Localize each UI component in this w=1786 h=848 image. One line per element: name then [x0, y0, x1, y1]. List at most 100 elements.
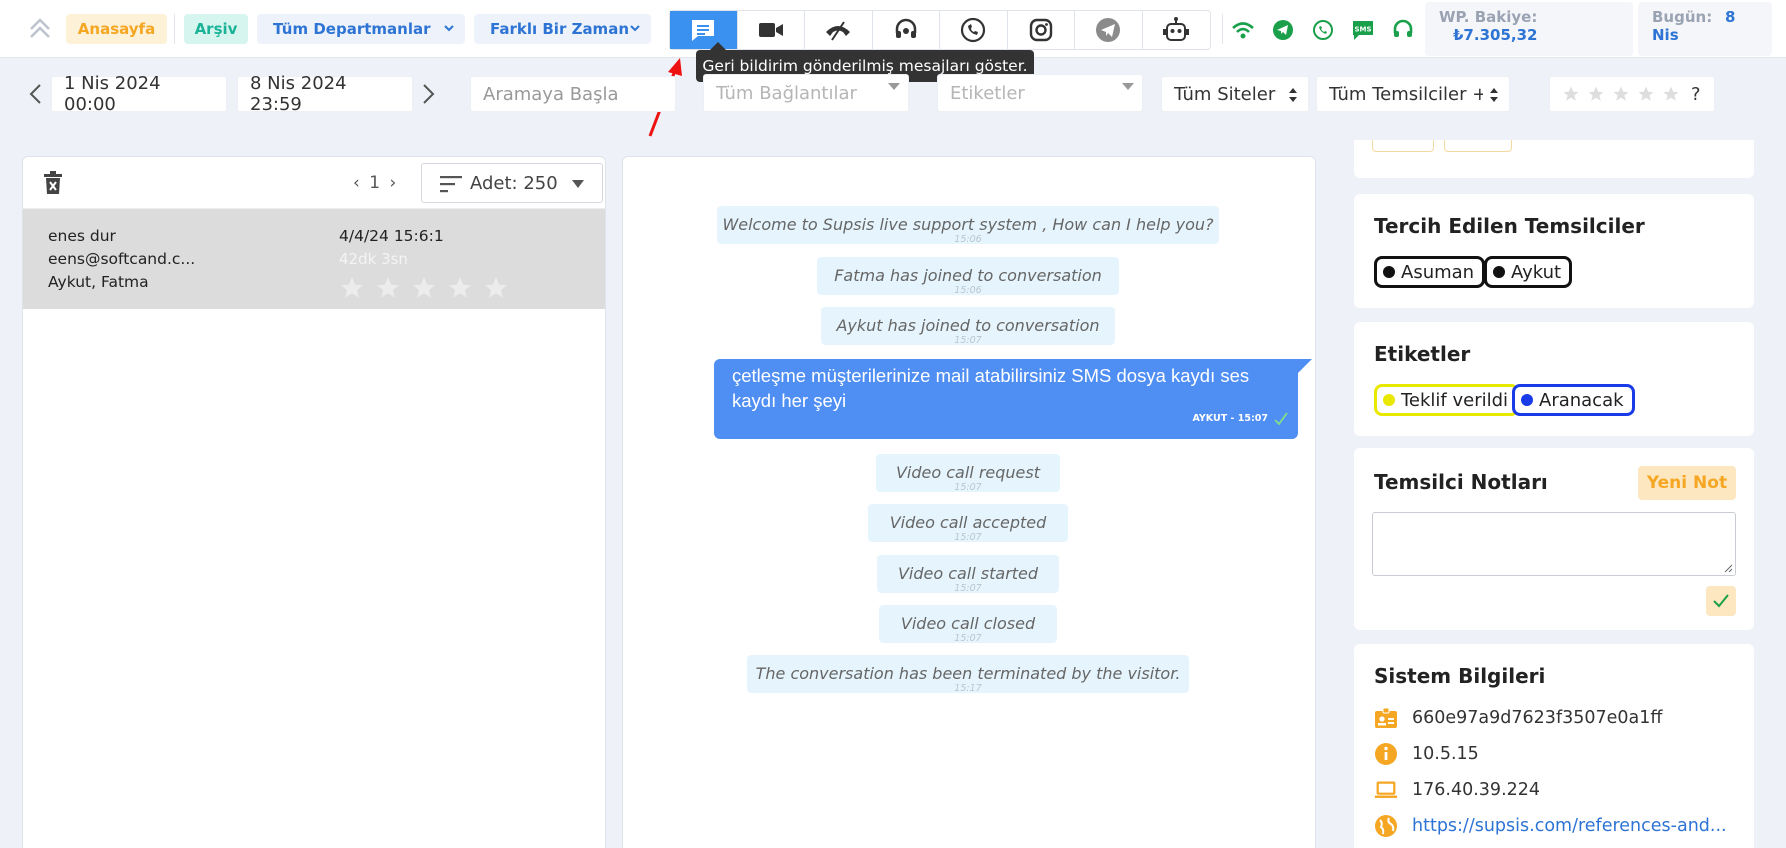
bot-channel-button[interactable]	[1143, 11, 1211, 49]
video-channel-button[interactable]	[738, 11, 805, 49]
system-message-text: Aykut has joined to conversation	[836, 316, 1100, 335]
info-card-top	[1354, 140, 1754, 178]
support-status-icon	[1390, 17, 1416, 43]
tag-label: Aranacak	[1539, 389, 1624, 411]
star-icon[interactable]	[1637, 85, 1655, 103]
chevron-up-icon[interactable]	[28, 12, 52, 42]
trash-icon[interactable]	[43, 171, 63, 195]
next-page-button[interactable]: ›	[389, 173, 396, 193]
star-icon	[413, 277, 435, 298]
preferred-agents-title: Tercih Edilen Temsilciler	[1374, 214, 1645, 238]
tag-color-dot	[1521, 394, 1533, 406]
prev-range-icon[interactable]	[26, 82, 46, 106]
star-icon	[485, 277, 507, 298]
star-icon	[449, 277, 471, 298]
save-note-button[interactable]	[1706, 586, 1736, 616]
next-range-icon[interactable]	[418, 82, 438, 106]
preferred-agent-tag[interactable]: Aykut	[1484, 256, 1573, 288]
whatsapp-icon	[961, 17, 986, 43]
new-note-button[interactable]: Yeni Not	[1638, 466, 1736, 500]
preferred-agent-name: Aykut	[1511, 261, 1562, 283]
sites-select[interactable]: Tüm Siteler	[1161, 76, 1309, 112]
ip-row: 176.40.39.224	[1374, 778, 1540, 802]
today-box: Bugün: 8 Nis	[1638, 2, 1772, 56]
pager: ‹ 1 ›	[353, 173, 396, 193]
agents-select-label: Tüm Temsilciler + (	[1329, 83, 1483, 105]
messages-icon	[692, 20, 715, 41]
version-value: 10.5.15	[1412, 744, 1479, 764]
page-url-link[interactable]: https://supsis.com/references-and...	[1412, 816, 1727, 836]
telegram-status-icon	[1270, 17, 1296, 43]
list-header: ‹ 1 › Adet: 250	[23, 157, 605, 209]
system-message-text: Video call accepted	[889, 513, 1047, 532]
wp-balance-label: WP. Bakiye:	[1439, 8, 1538, 26]
home-button[interactable]: Anasayfa	[66, 14, 167, 44]
messages-channel-button[interactable]	[670, 11, 738, 49]
search-input[interactable]: Aramaya Başla	[470, 76, 676, 112]
phone-channel-button[interactable]	[805, 11, 873, 49]
time-select-label: Farklı Bir Zaman	[490, 20, 629, 38]
laptop-icon	[1374, 778, 1398, 802]
url-row: https://supsis.com/references-and...	[1374, 814, 1727, 838]
instagram-icon	[1029, 18, 1052, 42]
star-icon	[377, 277, 399, 298]
sites-select-label: Tüm Siteler	[1174, 83, 1276, 105]
message-time: 15:07	[954, 482, 982, 493]
instagram-channel-button[interactable]	[1008, 11, 1075, 49]
tags-select[interactable]: Etiketler	[937, 74, 1143, 112]
headset-icon	[895, 18, 916, 38]
system-message-text: The conversation has been terminated by …	[755, 664, 1181, 683]
agent-notes-card: Temsilci Notları Yeni Not	[1354, 448, 1754, 630]
agent-message: çetleşme müşterilerinize mail atabilirsi…	[714, 359, 1312, 439]
page-size-select[interactable]: Adet: 250	[421, 163, 603, 203]
department-select[interactable]: Tüm Departmanlar	[257, 14, 465, 44]
telegram-channel-button[interactable]	[1075, 11, 1143, 49]
department-select-label: Tüm Departmanlar	[273, 20, 431, 38]
preferred-agents-card: Tercih Edilen Temsilciler Asuman Aykut	[1354, 194, 1754, 308]
conversation-date: 4/4/24 15:6:1	[339, 227, 444, 245]
resize-handle-icon[interactable]	[1723, 563, 1733, 573]
note-textarea[interactable]	[1372, 512, 1736, 576]
connections-select[interactable]: Tüm Bağlantılar	[703, 74, 909, 112]
preferred-agent-tag[interactable]: Asuman	[1374, 256, 1486, 288]
globe-icon	[1374, 814, 1398, 838]
star-icon[interactable]	[1587, 85, 1605, 103]
chevron-down-icon	[630, 25, 640, 32]
list-item[interactable]: enes dur eens@softcand.c... Aykut, Fatma…	[23, 209, 605, 309]
visitor-id: 660e97a9d7623f3507e0a1ff	[1412, 708, 1663, 728]
agents-select[interactable]: Tüm Temsilciler + (	[1316, 76, 1510, 112]
star-icon[interactable]	[1562, 85, 1580, 103]
visitor-name: enes dur	[48, 227, 116, 245]
conversation-list-panel: ‹ 1 › Adet: 250 enes dur eens@softcand.c…	[22, 156, 606, 848]
system-message-text: Welcome to Supsis live support system , …	[722, 215, 1214, 234]
caret-down-icon	[572, 180, 584, 188]
message-time: 15:06	[954, 234, 982, 245]
tag-chip	[1444, 140, 1512, 152]
time-select[interactable]: Farklı Bir Zaman	[474, 14, 651, 44]
divider	[1222, 14, 1223, 44]
conversation-rating	[339, 275, 509, 301]
video-icon	[758, 23, 783, 37]
star-icon[interactable]	[1612, 85, 1630, 103]
tags-title: Etiketler	[1374, 342, 1471, 366]
wifi-icon	[1230, 17, 1256, 43]
tag-chip[interactable]: Teklif verildi	[1374, 384, 1520, 416]
tag-chip[interactable]: Aranacak	[1512, 384, 1635, 416]
agent-message-author-time: AYKUT - 15:07	[1192, 413, 1268, 424]
system-message-text: Video call started	[897, 564, 1039, 583]
system-message: Video call request 15:07	[876, 454, 1060, 493]
archive-button[interactable]: Arşiv	[184, 14, 248, 44]
star-icon[interactable]	[1662, 85, 1680, 103]
rating-help[interactable]: ?	[1691, 84, 1701, 105]
rating-filter[interactable]: ?	[1549, 76, 1715, 112]
date-end-input[interactable]: 8 Nis 2024 23:59	[237, 73, 413, 115]
date-start-input[interactable]: 1 Nis 2024 00:00	[51, 73, 227, 115]
system-message: The conversation has been terminated by …	[747, 655, 1189, 694]
tag-label: Teklif verildi	[1401, 389, 1509, 411]
system-message: Fatma has joined to conversation 15:06	[817, 257, 1119, 296]
support-channel-button[interactable]	[873, 11, 940, 49]
checkmark-icon	[1274, 411, 1288, 425]
prev-page-button[interactable]: ‹	[353, 173, 360, 193]
wp-balance-box: WP. Bakiye: ₺7.305,32	[1425, 2, 1633, 56]
whatsapp-channel-button[interactable]	[940, 11, 1008, 49]
